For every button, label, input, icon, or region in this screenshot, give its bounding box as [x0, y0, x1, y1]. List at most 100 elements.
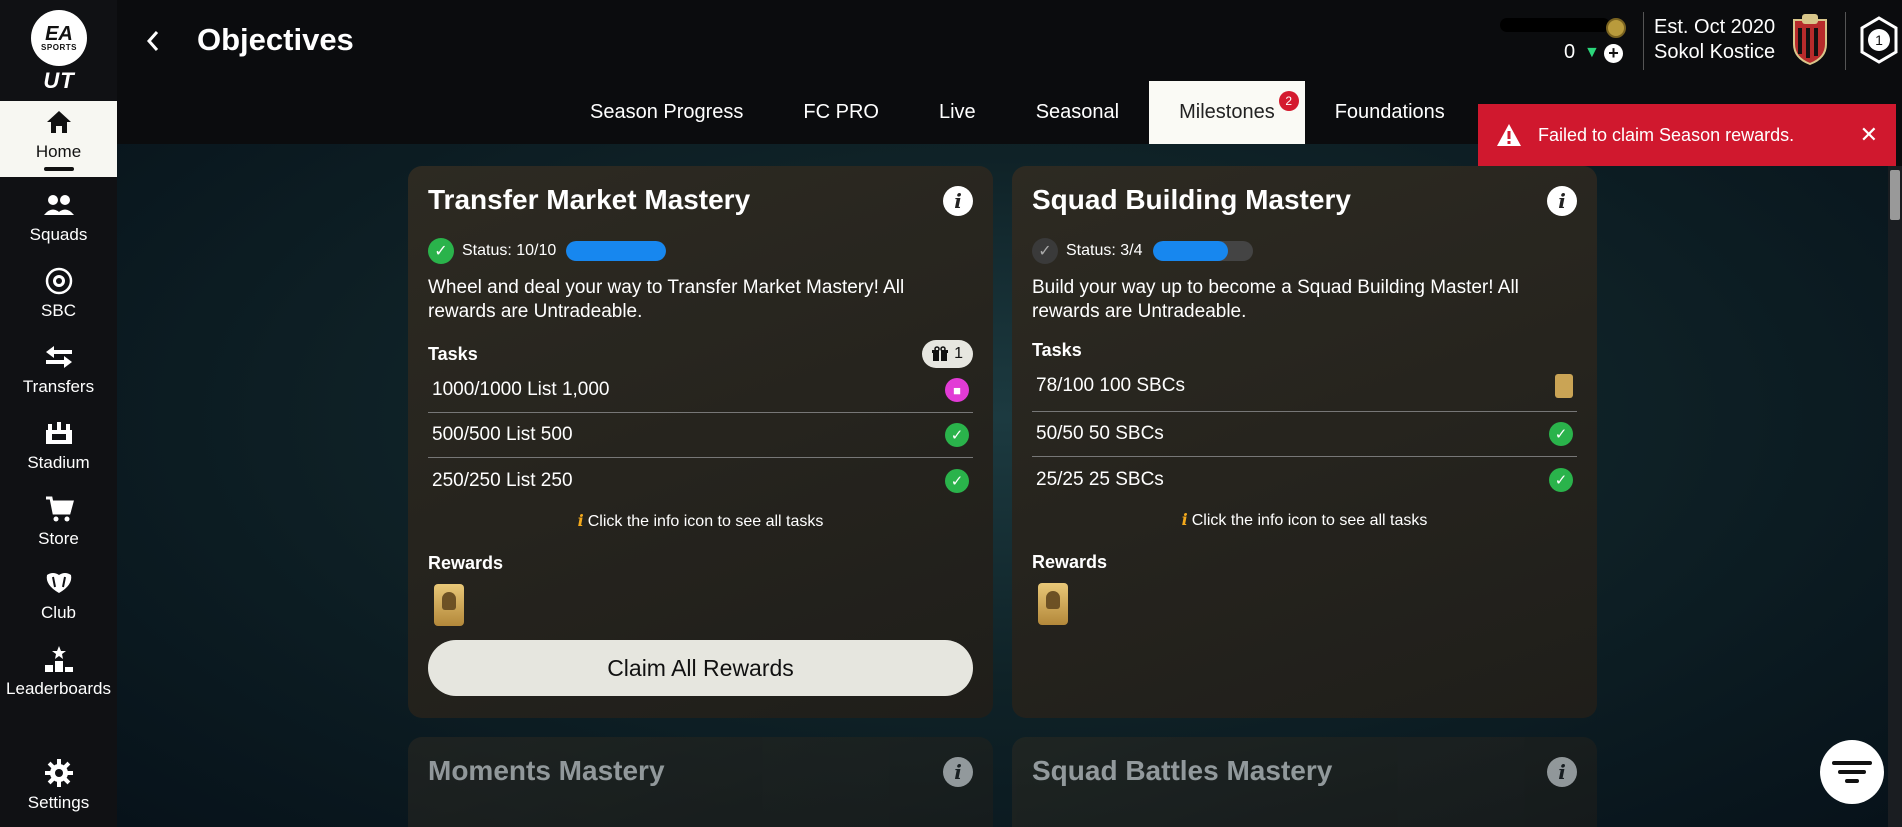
filter-icon — [1832, 761, 1872, 783]
gift-count: 1 — [954, 345, 963, 362]
chevron-left-icon — [146, 31, 159, 51]
tab-foundations[interactable]: Foundations — [1305, 81, 1475, 144]
info-small-icon: i — [1181, 510, 1188, 529]
task-row[interactable]: 1000/1000 List 1,000 ■ — [428, 368, 973, 413]
progress-fill — [566, 241, 667, 261]
hint-text: Click the info icon to see all tasks — [1191, 512, 1428, 529]
gift-icon: ■ — [945, 378, 969, 402]
add-points-button[interactable]: + — [1604, 44, 1623, 63]
objective-card-moments[interactable]: Moments Mastery i — [408, 737, 993, 827]
back-button[interactable] — [138, 24, 168, 58]
info-hint: i Click the info icon to see all tasks — [1032, 510, 1577, 530]
toast-message: Failed to claim Season rewards. — [1538, 124, 1795, 145]
logo-ut-text: UT — [43, 68, 75, 93]
tab-label: Seasonal — [1035, 101, 1120, 123]
scrollbar-track[interactable] — [1888, 166, 1902, 827]
card-description: Build your way up to become a Squad Buil… — [1032, 277, 1519, 322]
task-text: 1000/1000 List 1,000 — [432, 379, 610, 400]
club-established: Est. Oct 2020 — [1654, 16, 1776, 38]
tab-live[interactable]: Live — [909, 81, 1006, 144]
card-title: Transfer Market Mastery — [428, 184, 751, 215]
task-row[interactable]: 25/25 25 SBCs ✓ — [1032, 457, 1577, 502]
rewards-label: Rewards — [1032, 552, 1108, 572]
page-title: Objectives — [197, 22, 354, 57]
check-icon: ✓ — [945, 468, 969, 493]
player-pack-icon[interactable] — [1038, 583, 1068, 625]
task-row[interactable]: 500/500 List 500 ✓ — [428, 413, 973, 458]
sidebar-item-sbc[interactable]: SBC — [0, 256, 117, 332]
season-pass-icon[interactable]: 1 — [1858, 14, 1900, 66]
info-icon[interactable]: i — [943, 186, 973, 216]
task-text: 78/100 100 SBCs — [1036, 375, 1185, 396]
divider — [1643, 12, 1644, 70]
task-text: 50/50 50 SBCs — [1036, 423, 1164, 444]
sidebar-item-label: Stadium — [27, 453, 90, 472]
fc-points-icon: ▼ — [1584, 44, 1600, 61]
info-small-icon: i — [577, 511, 584, 530]
card-title: Moments Mastery — [428, 755, 665, 786]
task-text: 25/25 25 SBCs — [1036, 468, 1164, 490]
objective-tabs: Season Progress FC PRO Live Seasonal Mil… — [560, 81, 1475, 144]
objective-card-squad-battles[interactable]: Squad Battles Mastery i — [1012, 737, 1597, 827]
filter-button[interactable] — [1820, 740, 1884, 804]
sidebar-item-store[interactable]: Store — [0, 484, 117, 560]
rewards-label: Rewards — [428, 553, 504, 573]
scrollbar-thumb[interactable] — [1890, 170, 1900, 220]
info-hint: i Click the info icon to see all tasks — [428, 511, 973, 531]
coins-redacted — [1500, 18, 1610, 32]
task-row[interactable]: 250/250 List 250 ✓ — [428, 458, 973, 503]
card-title: Squad Building Mastery — [1032, 184, 1351, 215]
tab-label: Live — [938, 101, 976, 123]
tab-fc-pro[interactable]: FC PRO — [773, 81, 909, 144]
check-icon: ✓ — [428, 238, 454, 264]
task-row[interactable]: 78/100 100 SBCs — [1032, 361, 1577, 412]
sidebar-item-label: SBC — [41, 301, 76, 320]
club-badge-icon[interactable] — [1790, 14, 1830, 66]
objective-card-transfer-market: Transfer Market Mastery i ✓ Status: 10/1… — [408, 166, 993, 718]
close-icon[interactable]: ✕ — [1860, 122, 1878, 148]
tab-label: Milestones — [1179, 101, 1275, 123]
notification-badge: 2 — [1278, 91, 1299, 111]
status-text: Status: 3/4 — [1066, 242, 1143, 259]
points-value: 0 — [1564, 41, 1576, 63]
svg-text:1: 1 — [1875, 32, 1883, 48]
divider — [1845, 12, 1846, 70]
top-bar — [117, 0, 1902, 80]
sidebar-item-label: Club — [41, 603, 76, 622]
check-icon: ✓ — [1032, 238, 1058, 264]
objective-card-squad-building: Squad Building Mastery i ✓ Status: 3/4 B… — [1012, 166, 1597, 718]
player-pack-icon[interactable] — [434, 584, 464, 626]
gift-count-pill[interactable]: 1 — [922, 340, 973, 368]
sidebar-item-home[interactable]: Home — [0, 101, 117, 177]
progress-fill — [1152, 241, 1228, 261]
sidebar-item-squads[interactable]: Squads — [0, 180, 117, 256]
currency-display: 0 ▼ + — [1490, 14, 1630, 66]
info-icon[interactable]: i — [1547, 757, 1577, 787]
task-text: 250/250 List 250 — [432, 469, 573, 491]
tab-season-progress[interactable]: Season Progress — [560, 81, 773, 144]
sidebar-item-settings[interactable]: Settings — [0, 748, 117, 824]
info-icon[interactable]: i — [943, 757, 973, 787]
club-icon — [43, 569, 75, 597]
tasks-label: Tasks — [1032, 340, 1082, 360]
main-content-background — [117, 144, 1890, 827]
sidebar-item-label: Home — [35, 141, 82, 161]
tab-seasonal[interactable]: Seasonal — [1006, 81, 1149, 144]
claim-all-rewards-button[interactable]: Claim All Rewards — [428, 640, 973, 696]
warning-icon — [1497, 124, 1521, 146]
sidebar-item-transfers[interactable]: Transfers — [0, 332, 117, 408]
sidebar-item-club[interactable]: Club — [0, 558, 117, 634]
sidebar: EA SPORTS UT Home Squads SBC Transfers S — [0, 0, 117, 827]
logo-sports-text: SPORTS — [41, 42, 77, 52]
task-row[interactable]: 50/50 50 SBCs ✓ — [1032, 412, 1577, 457]
cart-icon — [43, 495, 75, 523]
info-icon[interactable]: i — [1547, 186, 1577, 216]
sidebar-item-leaderboards[interactable]: Leaderboards — [0, 634, 117, 710]
active-indicator — [43, 166, 74, 171]
card-description: Wheel and deal your way to Transfer Mark… — [428, 277, 905, 322]
tab-milestones[interactable]: Milestones 2 — [1149, 81, 1305, 144]
sidebar-item-stadium[interactable]: Stadium — [0, 408, 117, 484]
club-info[interactable]: Est. Oct 2020 Sokol Kostice — [1654, 16, 1784, 64]
sidebar-item-label: Leaderboards — [6, 679, 111, 698]
hint-text: Click the info icon to see all tasks — [587, 513, 824, 530]
